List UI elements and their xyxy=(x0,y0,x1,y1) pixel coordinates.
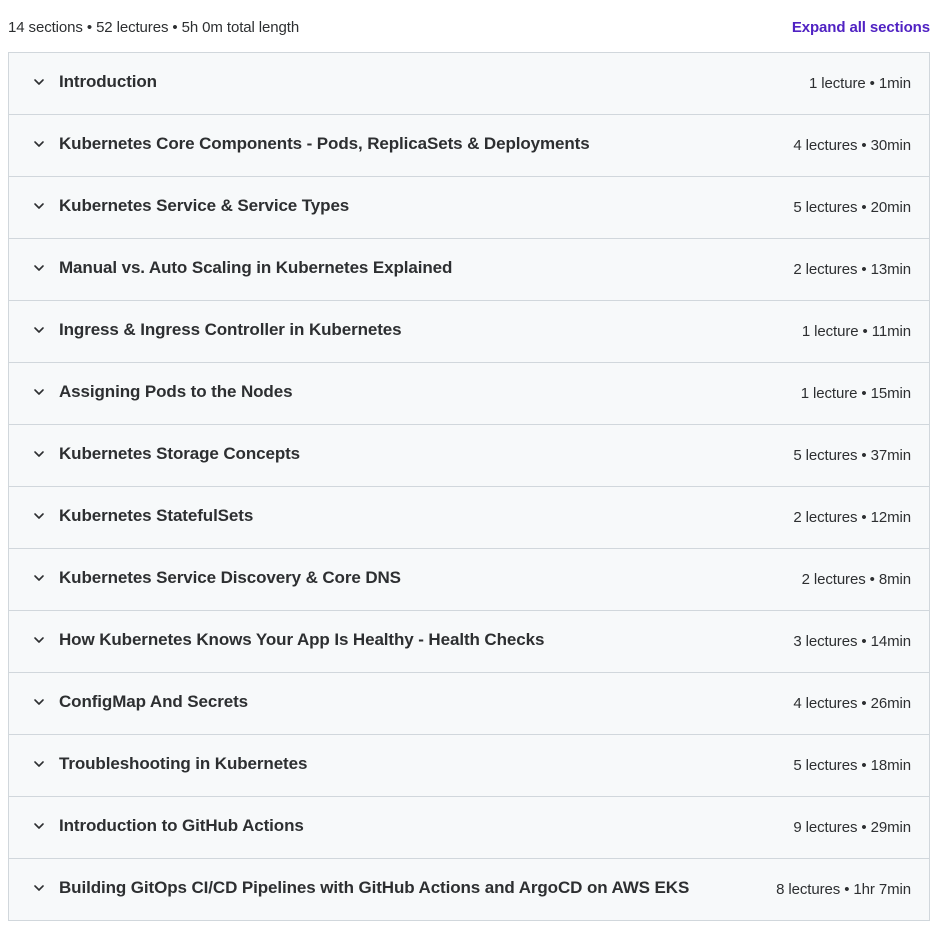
section-meta: 9 lectures • 29min xyxy=(793,819,911,836)
section-meta: 5 lectures • 18min xyxy=(793,757,911,774)
section-title: Kubernetes Storage Concepts xyxy=(59,444,301,463)
section-meta: 4 lectures • 26min xyxy=(793,695,911,712)
section-title: Troubleshooting in Kubernetes xyxy=(59,754,308,773)
section-title: Assigning Pods to the Nodes xyxy=(59,382,293,401)
chevron-down-icon xyxy=(33,634,45,646)
section-row-scaling[interactable]: Manual vs. Auto Scaling in Kubernetes Ex… xyxy=(9,239,929,301)
section-row-core-components[interactable]: Kubernetes Core Components - Pods, Repli… xyxy=(9,115,929,177)
section-meta: 5 lectures • 37min xyxy=(793,447,911,464)
section-row-ingress[interactable]: Ingress & Ingress Controller in Kubernet… xyxy=(9,301,929,363)
section-title: Kubernetes StatefulSets xyxy=(59,506,254,525)
section-meta: 5 lectures • 20min xyxy=(793,199,911,216)
chevron-down-icon xyxy=(33,758,45,770)
chevron-down-icon xyxy=(33,696,45,708)
section-title: Kubernetes Service Discovery & Core DNS xyxy=(59,568,401,587)
section-meta: 3 lectures • 14min xyxy=(793,633,911,650)
chevron-down-icon xyxy=(33,262,45,274)
chevron-down-icon xyxy=(33,200,45,212)
section-row-introduction[interactable]: Introduction 1 lecture • 1min xyxy=(9,53,929,115)
section-row-storage[interactable]: Kubernetes Storage Concepts 5 lectures •… xyxy=(9,425,929,487)
chevron-down-icon xyxy=(33,76,45,88)
section-title: Manual vs. Auto Scaling in Kubernetes Ex… xyxy=(59,258,453,277)
section-meta: 2 lectures • 13min xyxy=(793,261,911,278)
section-title: Introduction xyxy=(59,72,157,91)
section-title: How Kubernetes Knows Your App Is Healthy… xyxy=(59,630,545,649)
section-row-service-discovery[interactable]: Kubernetes Service Discovery & Core DNS … xyxy=(9,549,929,611)
section-title: Building GitOps CI/CD Pipelines with Git… xyxy=(59,878,690,897)
section-row-health-checks[interactable]: How Kubernetes Knows Your App Is Healthy… xyxy=(9,611,929,673)
curriculum-summary-bar: 14 sections • 52 lectures • 5h 0m total … xyxy=(0,0,936,52)
section-row-statefulsets[interactable]: Kubernetes StatefulSets 2 lectures • 12m… xyxy=(9,487,929,549)
section-title: Kubernetes Core Components - Pods, Repli… xyxy=(59,134,590,153)
chevron-down-icon xyxy=(33,572,45,584)
section-row-gitops-pipelines[interactable]: Building GitOps CI/CD Pipelines with Git… xyxy=(9,859,929,920)
section-row-configmap-secrets[interactable]: ConfigMap And Secrets 4 lectures • 26min xyxy=(9,673,929,735)
chevron-down-icon xyxy=(33,324,45,336)
chevron-down-icon xyxy=(33,386,45,398)
chevron-down-icon xyxy=(33,510,45,522)
curriculum-summary-text: 14 sections • 52 lectures • 5h 0m total … xyxy=(8,19,300,36)
section-meta: 1 lecture • 11min xyxy=(801,323,911,340)
section-row-assigning-pods[interactable]: Assigning Pods to the Nodes 1 lecture • … xyxy=(9,363,929,425)
curriculum-section-list: Introduction 1 lecture • 1min Kubernetes… xyxy=(8,52,930,921)
chevron-down-icon xyxy=(33,820,45,832)
section-title: ConfigMap And Secrets xyxy=(59,692,249,711)
section-row-service-types[interactable]: Kubernetes Service & Service Types 5 lec… xyxy=(9,177,929,239)
section-row-github-actions[interactable]: Introduction to GitHub Actions 9 lecture… xyxy=(9,797,929,859)
chevron-down-icon xyxy=(33,882,45,894)
section-meta: 1 lecture • 1min xyxy=(808,75,911,92)
section-meta: 8 lectures • 1hr 7min xyxy=(776,881,911,898)
section-title: Kubernetes Service & Service Types xyxy=(59,196,350,215)
chevron-down-icon xyxy=(33,138,45,150)
expand-all-sections-button[interactable]: Expand all sections xyxy=(792,19,930,36)
section-meta: 2 lectures • 8min xyxy=(801,571,912,588)
section-meta: 4 lectures • 30min xyxy=(793,137,911,154)
section-title: Introduction to GitHub Actions xyxy=(59,816,304,835)
section-row-troubleshooting[interactable]: Troubleshooting in Kubernetes 5 lectures… xyxy=(9,735,929,797)
section-title: Ingress & Ingress Controller in Kubernet… xyxy=(59,320,402,339)
section-meta: 1 lecture • 15min xyxy=(800,385,911,402)
chevron-down-icon xyxy=(33,448,45,460)
section-meta: 2 lectures • 12min xyxy=(793,509,911,526)
